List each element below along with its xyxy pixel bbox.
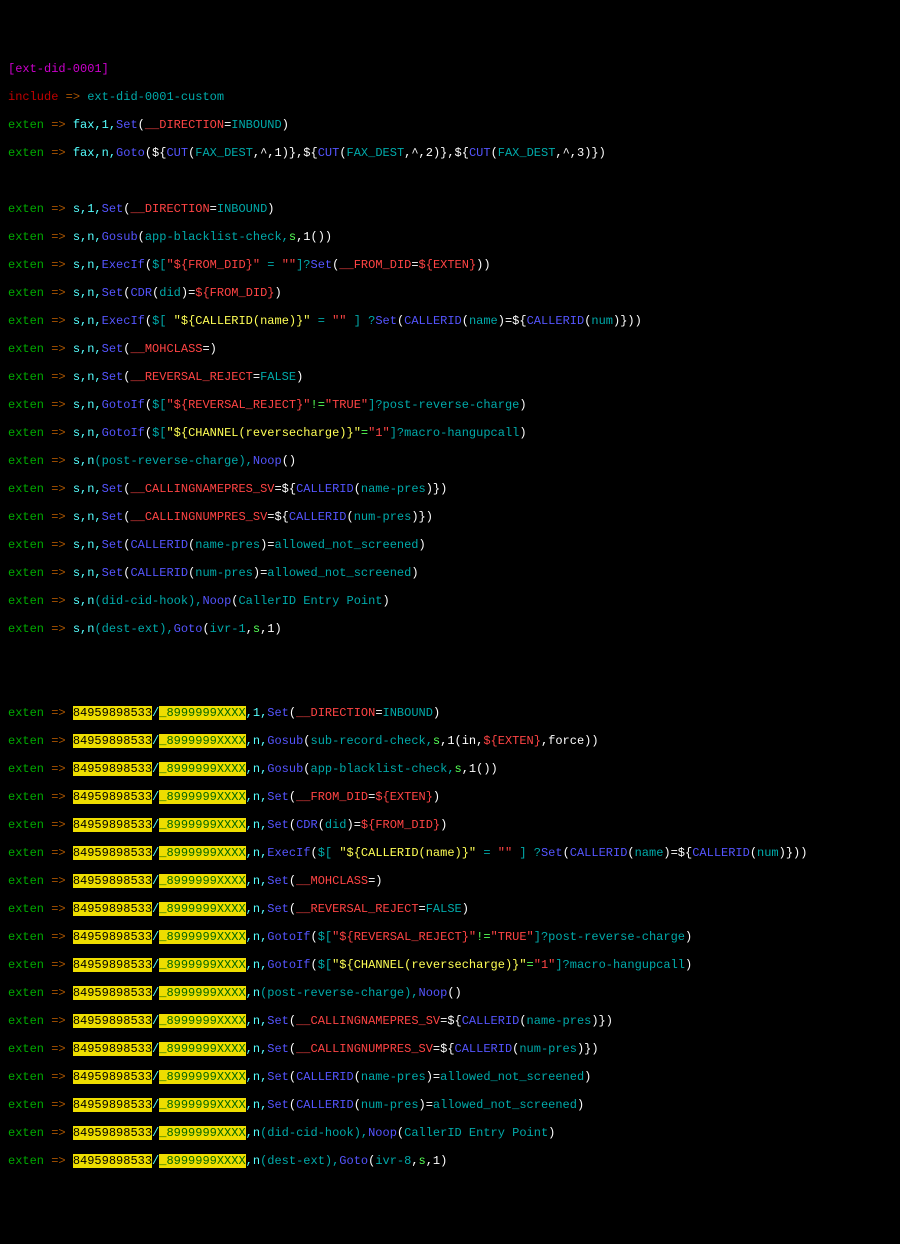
num-10: exten => 84959898533/_8999999XXXX,n,Goto… [8,958,892,972]
num-3: exten => 84959898533/_8999999XXXX,n,Gosu… [8,762,892,776]
s-12: exten => s,n,Set(__CALLINGNUMPRES_SV=${C… [8,510,892,524]
s-6: exten => s,n,Set(__MOHCLASS=) [8,342,892,356]
num-1: exten => 84959898533/_8999999XXXX,1,Set(… [8,706,892,720]
context-header: [ext-did-0001] [8,62,892,76]
num-13: exten => 84959898533/_8999999XXXX,n,Set(… [8,1042,892,1056]
s-2: exten => s,n,Gosub(app-blacklist-check,s… [8,230,892,244]
s-11: exten => s,n,Set(__CALLINGNAMEPRES_SV=${… [8,482,892,496]
s-14: exten => s,n,Set(CALLERID(num-pres)=allo… [8,566,892,580]
num-7: exten => 84959898533/_8999999XXXX,n,Set(… [8,874,892,888]
num-12: exten => 84959898533/_8999999XXXX,n,Set(… [8,1014,892,1028]
s-9: exten => s,n,GotoIf($["${CHANNEL(reverse… [8,426,892,440]
num-4: exten => 84959898533/_8999999XXXX,n,Set(… [8,790,892,804]
s-15: exten => s,n(did-cid-hook),Noop(CallerID… [8,594,892,608]
num-9: exten => 84959898533/_8999999XXXX,n,Goto… [8,930,892,944]
num-5: exten => 84959898533/_8999999XXXX,n,Set(… [8,818,892,832]
fax-1: exten => fax,1,Set(__DIRECTION=INBOUND) [8,118,892,132]
s-1: exten => s,1,Set(__DIRECTION=INBOUND) [8,202,892,216]
num-11: exten => 84959898533/_8999999XXXX,n(post… [8,986,892,1000]
s-10: exten => s,n(post-reverse-charge),Noop() [8,454,892,468]
num-17: exten => 84959898533/_8999999XXXX,n(dest… [8,1154,892,1168]
num-8: exten => 84959898533/_8999999XXXX,n,Set(… [8,902,892,916]
s-4: exten => s,n,Set(CDR(did)=${FROM_DID}) [8,286,892,300]
s-3: exten => s,n,ExecIf($["${FROM_DID}" = ""… [8,258,892,272]
s-13: exten => s,n,Set(CALLERID(name-pres)=all… [8,538,892,552]
include-line: include => ext-did-0001-custom [8,90,892,104]
num-2: exten => 84959898533/_8999999XXXX,n,Gosu… [8,734,892,748]
num-16: exten => 84959898533/_8999999XXXX,n(did-… [8,1126,892,1140]
s-5: exten => s,n,ExecIf($[ "${CALLERID(name)… [8,314,892,328]
s-16: exten => s,n(dest-ext),Goto(ivr-1,s,1) [8,622,892,636]
s-7: exten => s,n,Set(__REVERSAL_REJECT=FALSE… [8,370,892,384]
num-15: exten => 84959898533/_8999999XXXX,n,Set(… [8,1098,892,1112]
fax-2: exten => fax,n,Goto(${CUT(FAX_DEST,^,1)}… [8,146,892,160]
num-14: exten => 84959898533/_8999999XXXX,n,Set(… [8,1070,892,1084]
s-8: exten => s,n,GotoIf($["${REVERSAL_REJECT… [8,398,892,412]
num-6: exten => 84959898533/_8999999XXXX,n,Exec… [8,846,892,860]
